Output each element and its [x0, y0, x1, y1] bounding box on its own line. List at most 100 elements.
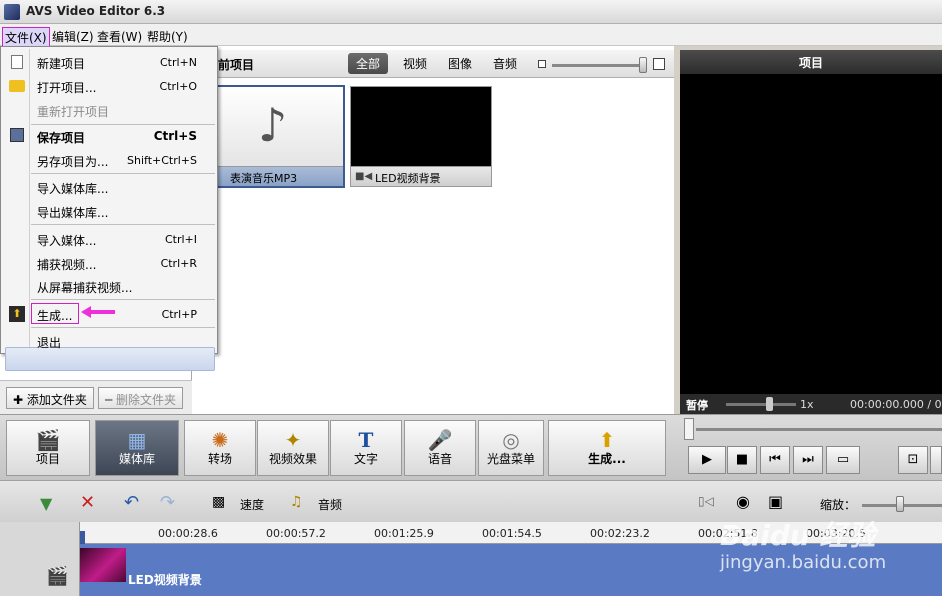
toolbar-disc-menu-button[interactable]: ◎ 光盘菜单: [478, 420, 544, 476]
preview-title: 项目: [680, 50, 942, 74]
ruler-tick: 00:00:28.6: [158, 527, 218, 540]
text-icon: T: [358, 428, 374, 452]
thumbnail-size-slider[interactable]: [552, 64, 644, 67]
toolbar-media-library-button[interactable]: ▦ 媒体库: [95, 420, 179, 476]
shortcut-save-project: Ctrl+S: [153, 129, 197, 143]
redo-icon[interactable]: ↷: [160, 492, 175, 513]
camera-button[interactable]: [930, 446, 942, 474]
speed-value: 1x: [800, 398, 814, 411]
ruler-tick: 00:01:25.9: [374, 527, 434, 540]
play-button[interactable]: ▶: [688, 446, 726, 474]
watermark: Baidu 经验 jingyan.baidu.com: [700, 508, 940, 590]
toolbar-voice-button[interactable]: 🎤 语音: [404, 420, 476, 476]
next-icon: ⏭: [802, 452, 814, 467]
menu-item-import-media[interactable]: 导入媒体...: [37, 232, 96, 249]
toolbar-transition-button[interactable]: ✺ 转场: [184, 420, 256, 476]
menu-item-produce[interactable]: 生成...: [37, 307, 72, 324]
menu-file[interactable]: 文件(X): [2, 27, 50, 48]
media-item-video[interactable]: ■◀ LED视频背景: [350, 86, 492, 187]
produce-icon: ⬆: [598, 428, 616, 452]
small-thumb-icon[interactable]: [538, 60, 546, 68]
ruler-tick: 00:01:54.5: [482, 527, 542, 540]
menu-item-reopen-project: 重新打开项目: [37, 105, 110, 119]
plus-icon: ✚: [13, 393, 27, 407]
snap-icon[interactable]: ▯◁: [698, 494, 714, 508]
menu-help[interactable]: 帮助(Y): [145, 27, 190, 46]
undo-icon[interactable]: ↶: [124, 492, 139, 513]
audio-icon: ♫: [290, 494, 303, 510]
media-library-icon: ▦: [127, 428, 147, 452]
thumbnail-size-handle[interactable]: [639, 57, 647, 73]
video-camera-icon: ■◀: [355, 171, 373, 182]
toolbar-produce-button[interactable]: ⬆ 生成...: [548, 420, 666, 476]
menu-view[interactable]: 查看(W): [95, 27, 144, 46]
prev-frame-button[interactable]: ⏮: [760, 446, 790, 474]
menu-item-open-project[interactable]: 打开项目...: [37, 79, 96, 96]
next-frame-button[interactable]: ⏭: [793, 446, 823, 474]
menu-item-save-project[interactable]: 保存项目: [37, 129, 85, 146]
previous-icon: ⏮: [769, 452, 781, 467]
time-display: 00:00:00.000 / 0: [850, 398, 942, 411]
menu-bar: 文件(X) 编辑(Z) 查看(W) 帮助(Y): [0, 24, 942, 48]
media-item-name: 表演音乐MP3: [206, 166, 343, 186]
menu-separator: [31, 173, 215, 174]
playback-state: 暂停: [686, 399, 708, 412]
menu-item-export-library[interactable]: 导出媒体库...: [37, 204, 108, 221]
watermark-brand: Baidu 经验: [720, 519, 876, 552]
preview-controls: 暂停 1x 00:00:00.000 / 0: [680, 394, 942, 414]
microphone-icon: 🎤: [427, 428, 453, 452]
audio-button[interactable]: 音频: [318, 496, 342, 513]
toolbar-text-button[interactable]: T 文字: [330, 420, 402, 476]
menu-separator: [31, 327, 215, 328]
video-effects-icon: ✦: [284, 428, 302, 452]
storyboard-toggle-icon[interactable]: ▼: [40, 494, 52, 513]
menu-item-new-project[interactable]: 新建项目: [37, 55, 85, 72]
play-icon: ▶: [702, 452, 712, 467]
media-item-audio[interactable]: ♪ 表演音乐MP3: [204, 85, 345, 188]
stop-button[interactable]: ■: [727, 446, 757, 474]
add-folder-button[interactable]: ✚ 添加文件夹: [6, 387, 94, 409]
seek-handle[interactable]: [684, 418, 694, 440]
ruler-tick: 00:02:23.2: [590, 527, 650, 540]
title-bar: AVS Video Editor 6.3: [0, 0, 942, 24]
fullscreen-preview-button[interactable]: ▭: [826, 446, 860, 474]
toolbar-video-effects-button[interactable]: ✦ 视频效果: [257, 420, 329, 476]
snapshot-icon: ⊡: [907, 452, 919, 467]
film-icon: ▭: [836, 452, 850, 467]
filter-audio[interactable]: 音频: [485, 53, 525, 74]
shortcut-import-media: Ctrl+I: [164, 233, 197, 246]
snapshot-button[interactable]: ⊡: [898, 446, 928, 474]
shortcut-open-project: Ctrl+O: [159, 80, 197, 93]
menu-icon-gutter: [29, 49, 30, 351]
speed-slider[interactable]: [726, 403, 796, 406]
callout-arrow-icon: [81, 306, 115, 318]
filter-video[interactable]: 视频: [395, 53, 435, 74]
speed-button[interactable]: 速度: [240, 496, 264, 513]
window-title: AVS Video Editor 6.3: [26, 4, 166, 18]
speed-icon: ▩: [212, 494, 226, 510]
filter-image[interactable]: 图像: [440, 53, 480, 74]
toolbar-project-button[interactable]: 🎬 项目: [6, 420, 90, 476]
produce-icon: ⬆: [9, 306, 25, 322]
menu-edit[interactable]: 编辑(Z): [50, 27, 96, 46]
disc-menu-icon: ◎: [502, 428, 520, 452]
menu-item-screen-capture[interactable]: 从屏幕捕获视频...: [37, 279, 132, 296]
delete-icon[interactable]: ✕: [80, 492, 95, 513]
transition-icon: ✺: [211, 428, 229, 452]
seek-bar[interactable]: [696, 428, 942, 431]
menu-item-save-as[interactable]: 另存项目为...: [37, 153, 108, 170]
filter-all[interactable]: 全部: [348, 53, 389, 74]
large-thumb-icon[interactable]: [653, 58, 665, 70]
clip-label[interactable]: LED视频背景: [128, 571, 202, 588]
menu-separator: [31, 124, 215, 125]
menu-separator: [31, 224, 215, 225]
menu-item-import-library[interactable]: 导入媒体库...: [37, 180, 108, 197]
watermark-url: jingyan.baidu.com: [720, 552, 887, 573]
clip-thumbnail[interactable]: [80, 548, 126, 582]
remove-folder-button[interactable]: ━ 删除文件夹: [98, 387, 184, 409]
speed-slider-handle[interactable]: [766, 397, 773, 411]
menu-item-exit[interactable]: 退出: [37, 334, 61, 351]
folder-icon: [9, 80, 25, 92]
menu-item-capture-video[interactable]: 捕获视频...: [37, 256, 96, 273]
preview-screen: [680, 50, 942, 414]
